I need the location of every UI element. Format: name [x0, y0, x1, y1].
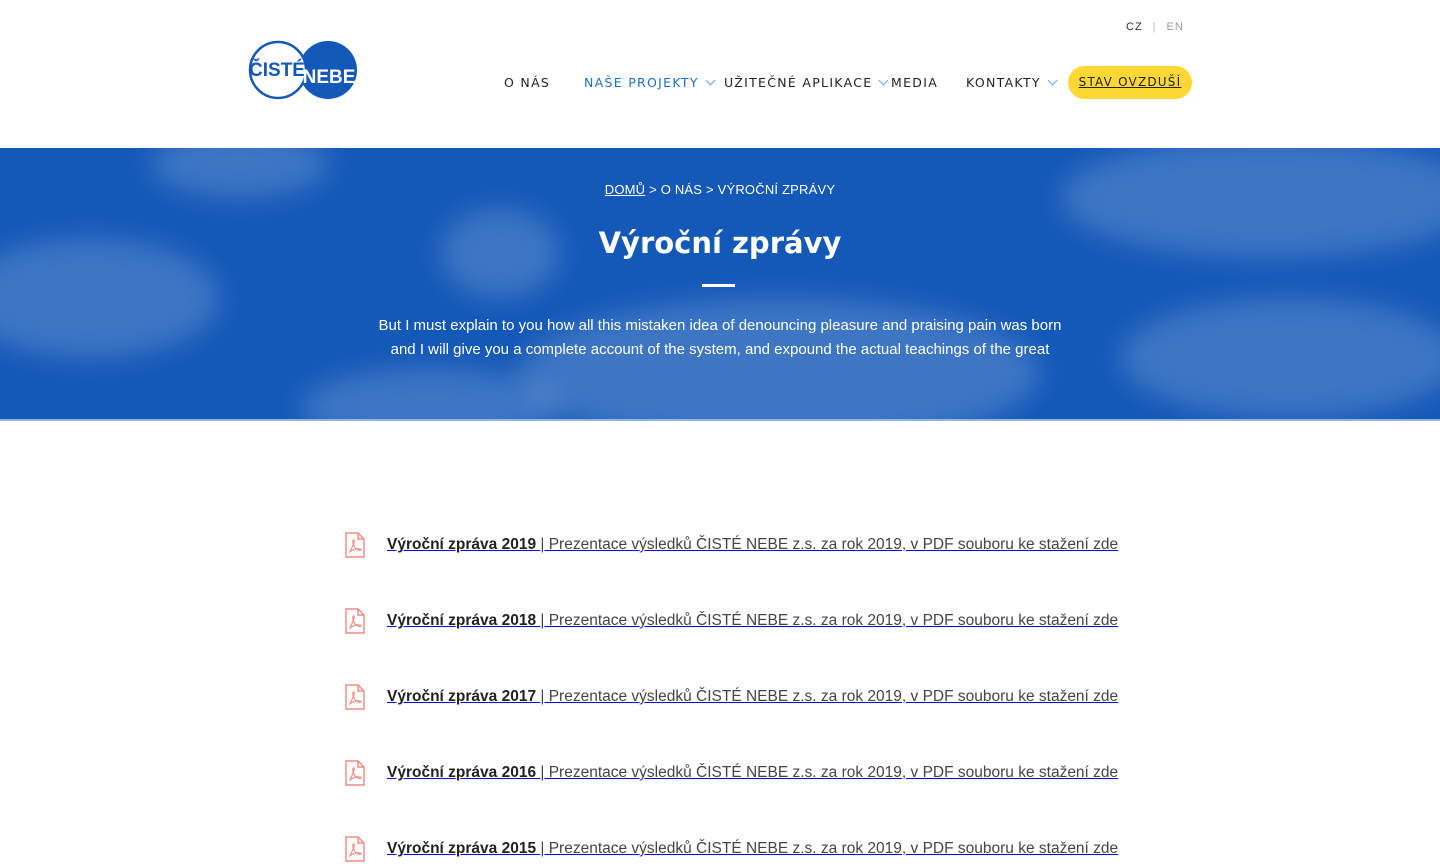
page-title: Výroční zprávy	[598, 226, 842, 260]
language-switcher: CZ | EN	[1126, 21, 1184, 33]
chevron-down-icon	[705, 75, 716, 86]
report-description: | Prezentace výsledků ČISTÉ NEBE z.s. za…	[540, 536, 1119, 553]
nav-item-media[interactable]: MEDIA	[891, 66, 938, 99]
pdf-file-icon	[345, 760, 365, 786]
nav-item-uzitecne-aplikace[interactable]: UŽITEČNÉ APLIKACE	[724, 66, 889, 99]
report-text: Výroční zpráva 2018 | Prezentace výsledk…	[387, 612, 1118, 630]
nav-item-kontakty[interactable]: KONTAKTY	[966, 66, 1058, 99]
breadcrumb-separator: >	[649, 182, 657, 197]
report-description: | Prezentace výsledků ČISTÉ NEBE z.s. za…	[540, 764, 1119, 781]
breadcrumb-home-link[interactable]: DOMŮ	[605, 182, 646, 197]
report-title: Výroční zpráva 2018	[387, 612, 537, 629]
nav-item-o-nas[interactable]: O NÁS	[504, 66, 550, 99]
pdf-file-icon	[345, 608, 365, 634]
nav-label: MEDIA	[891, 75, 939, 90]
report-text: Výroční zpráva 2017 | Prezentace výsledk…	[387, 688, 1118, 706]
chevron-down-icon	[878, 75, 889, 86]
report-title: Výroční zpráva 2019	[387, 536, 537, 553]
pdf-file-icon	[345, 836, 365, 862]
page-hero: DOMŮ > O NÁS > VÝROČNÍ ZPRÁVY Výroční zp…	[0, 148, 1440, 421]
lang-cz[interactable]: CZ	[1126, 21, 1143, 33]
nav-label: UŽITEČNÉ APLIKACE	[724, 75, 873, 90]
report-item[interactable]: Výroční zpráva 2015 | Prezentace výsledk…	[344, 832, 1118, 864]
site-header: ČISTÉ NEBE CZ | EN O NÁS NAŠE PROJEKTY U…	[0, 0, 1440, 148]
air-quality-button[interactable]: STAV OVZDUŠÍ	[1068, 66, 1192, 99]
report-description: | Prezentace výsledků ČISTÉ NEBE z.s. za…	[540, 840, 1119, 857]
report-text: Výroční zpráva 2015 | Prezentace výsledk…	[387, 840, 1118, 858]
lang-separator: |	[1152, 21, 1157, 33]
logo-text-top: ČISTÉ	[249, 59, 305, 81]
report-item[interactable]: Výroční zpráva 2017 | Prezentace výsledk…	[344, 680, 1118, 714]
report-item[interactable]: Výroční zpráva 2016 | Prezentace výsledk…	[344, 756, 1118, 790]
breadcrumb: DOMŮ > O NÁS > VÝROČNÍ ZPRÁVY	[0, 182, 1440, 197]
pdf-file-icon	[345, 684, 365, 710]
breadcrumb-current: VÝROČNÍ ZPRÁVY	[717, 182, 836, 197]
report-description: | Prezentace výsledků ČISTÉ NEBE z.s. za…	[540, 612, 1119, 629]
report-text: Výroční zpráva 2016 | Prezentace výsledk…	[387, 764, 1118, 782]
chevron-down-icon	[1047, 75, 1058, 86]
report-item[interactable]: Výroční zpráva 2019 | Prezentace výsledk…	[344, 528, 1118, 562]
nav-label: NAŠE PROJEKTY	[584, 75, 699, 90]
report-text: Výroční zpráva 2019 | Prezentace výsledk…	[387, 536, 1118, 554]
title-divider	[702, 284, 735, 287]
report-title: Výroční zpráva 2017	[387, 688, 537, 705]
breadcrumb-separator: >	[705, 182, 714, 197]
page-lead: But I must explain to you how all this m…	[370, 314, 1070, 362]
lang-en[interactable]: EN	[1167, 21, 1184, 33]
report-title: Výroční zpráva 2015	[387, 840, 537, 857]
lead-line-1: But I must explain to you how all this m…	[378, 317, 1062, 334]
nav-label: KONTAKTY	[966, 75, 1041, 90]
logo-text-bottom: NEBE	[303, 67, 356, 88]
report-description: | Prezentace výsledků ČISTÉ NEBE z.s. za…	[540, 688, 1119, 705]
pdf-file-icon	[345, 532, 365, 558]
lead-line-2: and I will give you a complete account o…	[390, 341, 1050, 358]
nav-item-nase-projekty[interactable]: NAŠE PROJEKTY	[584, 66, 716, 99]
site-logo[interactable]: ČISTÉ NEBE	[248, 40, 358, 102]
nav-label: O NÁS	[504, 75, 551, 90]
report-title: Výroční zpráva 2016	[387, 764, 537, 781]
breadcrumb-about: O NÁS	[660, 182, 703, 197]
report-item[interactable]: Výroční zpráva 2018 | Prezentace výsledk…	[344, 604, 1118, 638]
cloud-decoration	[1120, 298, 1440, 418]
